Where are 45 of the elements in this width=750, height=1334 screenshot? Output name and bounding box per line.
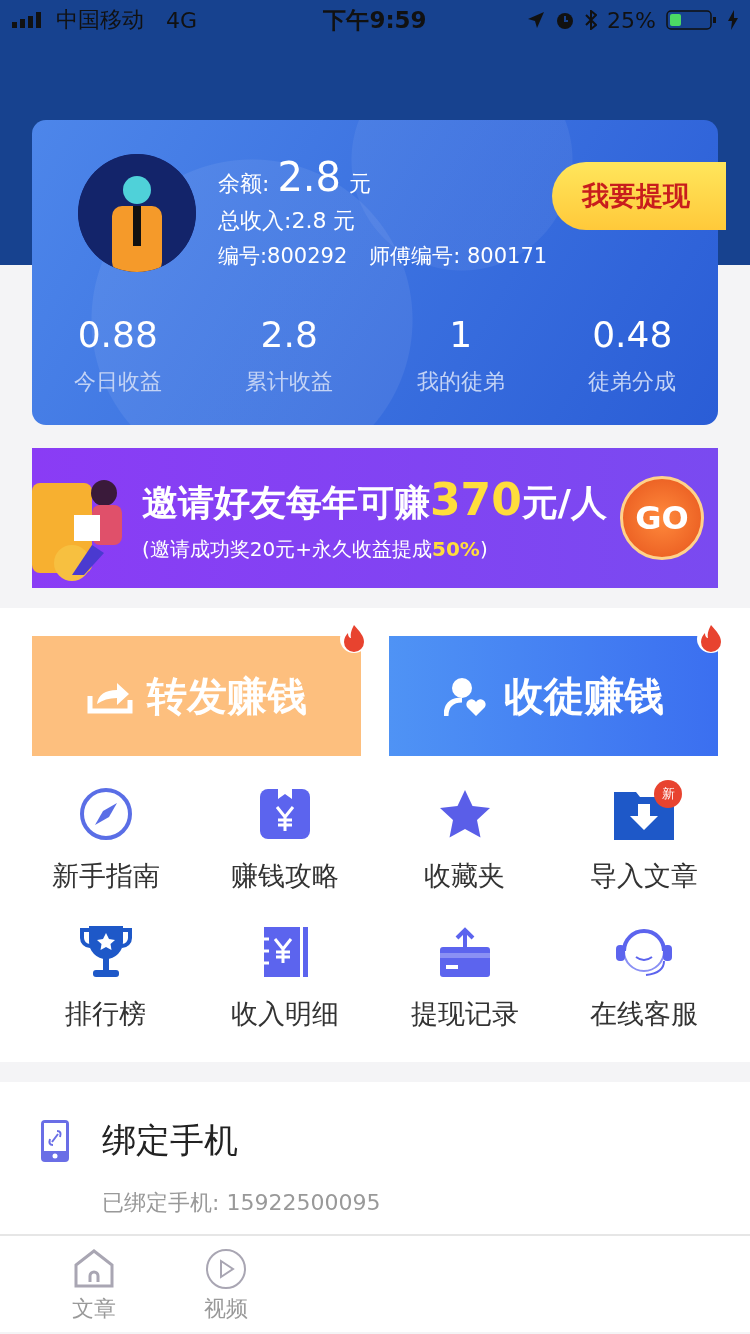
menu-item[interactable]: 排行榜	[65, 912, 147, 1032]
invite-banner[interactable]: 邀请好友每年可赚370元/人 (邀请成功奖20元+永久收益提成50%) GO	[32, 448, 718, 588]
charging-icon	[728, 10, 738, 30]
play-icon	[205, 1248, 248, 1290]
yen-book-icon	[258, 787, 313, 841]
menu-item[interactable]: 收藏夹	[424, 774, 506, 894]
total-income: 总收入:2.8 元	[218, 207, 356, 235]
balance-amount: 2.8	[277, 154, 342, 200]
carrier-name: 中国移动	[56, 6, 144, 34]
bind-phone-title: 绑定手机	[102, 1119, 238, 1162]
new-badge: 新	[654, 780, 682, 808]
stat-label: 徒弟分成	[588, 368, 677, 396]
menu-item[interactable]: 赚钱攻略	[231, 774, 340, 894]
stat-value: 1	[449, 314, 473, 355]
status-time: 下午9:59	[323, 6, 427, 33]
home-icon	[72, 1248, 115, 1290]
balance-label: 余额:	[218, 170, 270, 198]
trophy-icon	[78, 924, 133, 980]
bluetooth-icon	[585, 10, 598, 30]
compass-icon	[78, 787, 133, 841]
alarm-icon	[555, 10, 576, 30]
user-id: 编号:800292	[218, 243, 348, 270]
withdraw-button[interactable]: 我要提现	[552, 162, 726, 230]
invite-subline: (邀请成功奖20元+永久收益提成50%)	[142, 535, 489, 563]
invite-headline: 邀请好友每年可赚370元/人	[142, 473, 608, 527]
menu-item[interactable]: 收入明细	[231, 912, 340, 1032]
card-upload-icon	[437, 925, 492, 979]
stat-label: 今日收益	[73, 368, 162, 396]
master-id: 师傅编号: 800171	[369, 243, 548, 270]
menu-item[interactable]: 新手指南	[51, 774, 160, 894]
menu-item[interactable]: 在线客服	[590, 912, 699, 1032]
stat-value: 2.8	[260, 314, 318, 355]
bound-phone-number: 已绑定手机: 15922500095	[102, 1189, 382, 1217]
menu-item[interactable]: 提现记录	[410, 912, 519, 1032]
network-type: 4G	[166, 7, 198, 33]
stat-label: 累计收益	[245, 368, 334, 396]
phone-link-icon	[40, 1119, 70, 1163]
battery-percent: 25%	[607, 7, 656, 33]
battery-icon	[666, 10, 718, 30]
stat-label: 我的徒弟	[416, 368, 505, 396]
stat-value: 0.88	[77, 314, 158, 355]
stat-value: 0.48	[592, 314, 673, 355]
balance-unit: 元	[349, 170, 372, 198]
location-icon	[527, 11, 546, 29]
recruit-earn-button[interactable]: 收徒赚钱	[389, 636, 718, 756]
